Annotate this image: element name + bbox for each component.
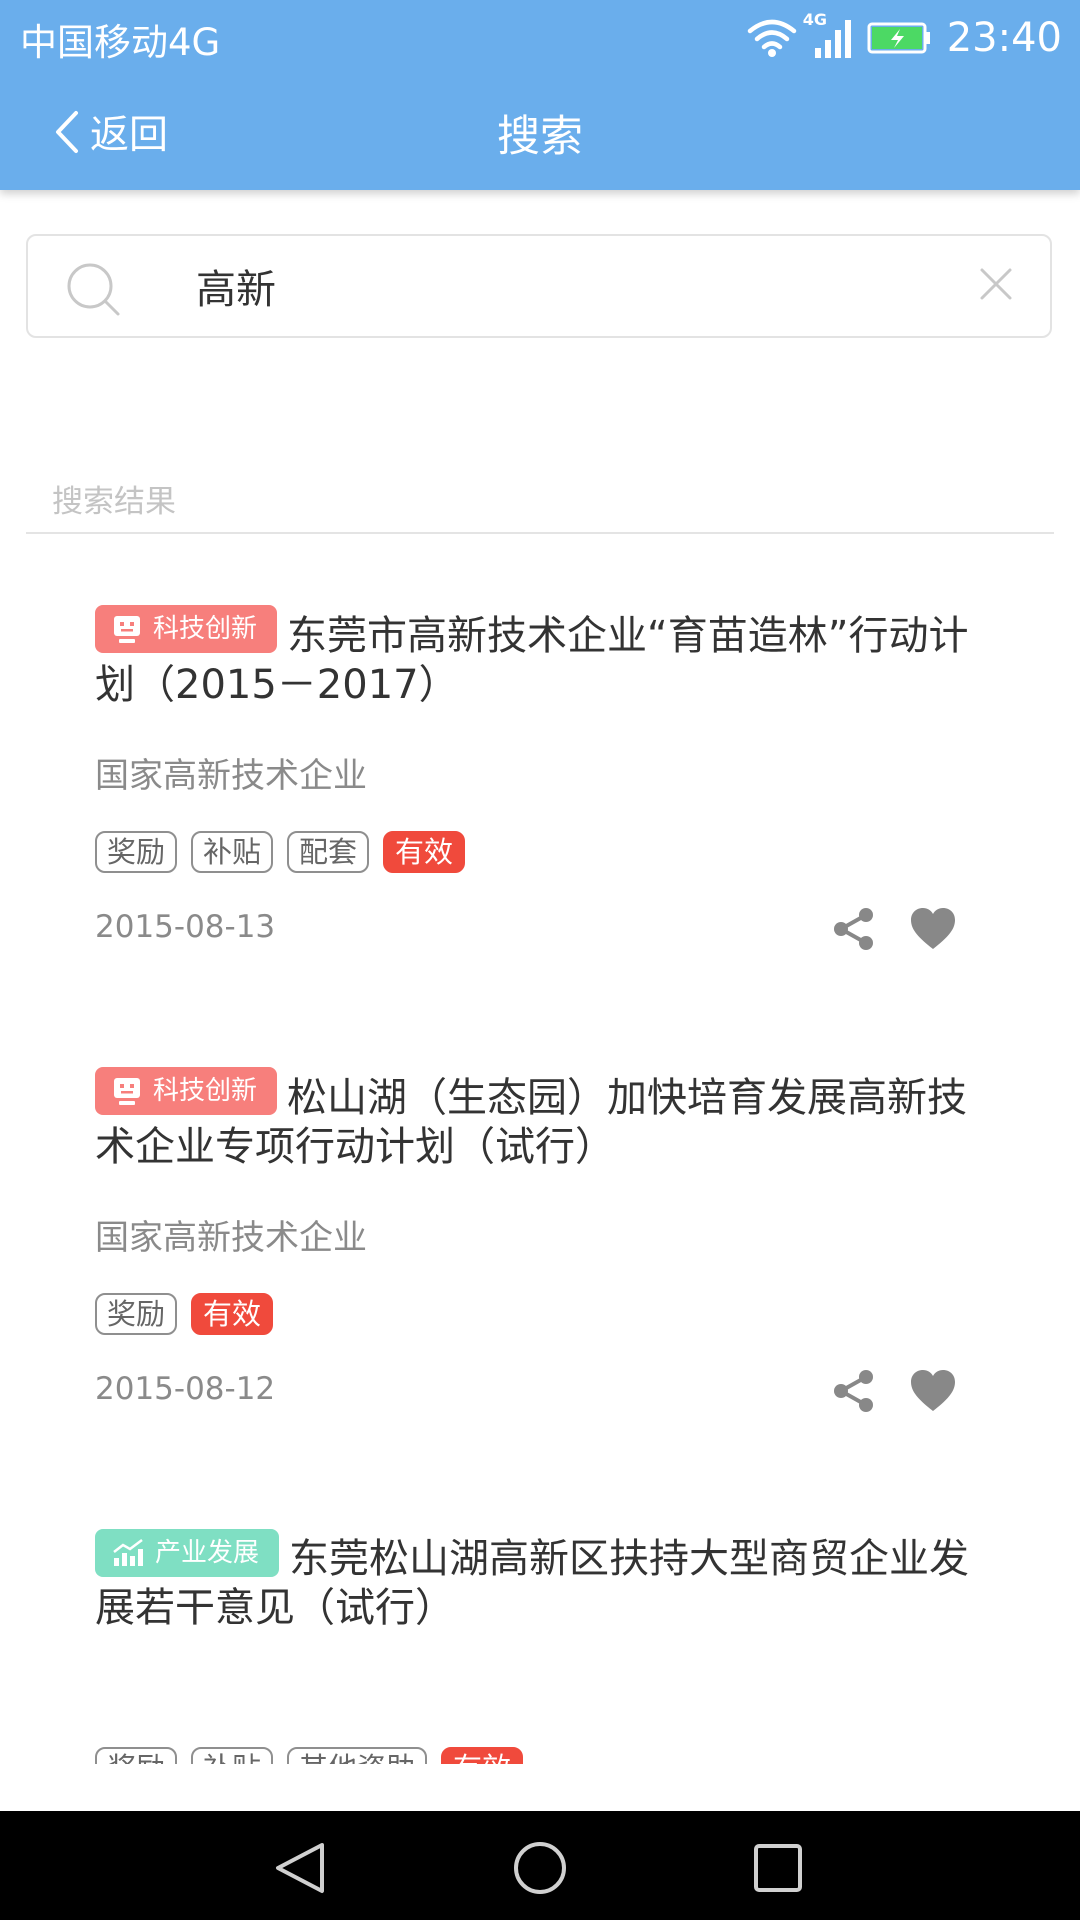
share-icon[interactable] [830, 905, 878, 953]
clock: 23:40 [946, 15, 1062, 61]
heart-icon[interactable] [909, 1369, 957, 1413]
tag-row: 奖励 补贴 其他资助 有效 [95, 1747, 975, 1764]
search-bar [26, 234, 1052, 338]
item-title: 科技创新 东莞市高新技术企业“育苗造林”行动计划（2015－2017） [95, 605, 975, 710]
robot-icon [114, 616, 140, 643]
page-title: 搜索 [497, 112, 583, 162]
heart-icon[interactable] [909, 907, 957, 951]
status-badge: 有效 [383, 831, 466, 873]
status-badge: 有效 [191, 1293, 274, 1335]
home-circle-icon[interactable] [510, 1841, 570, 1895]
tag: 补贴 [191, 1747, 274, 1764]
item-date: 2015-08-12 [95, 1371, 276, 1407]
chart-up-icon [113, 1539, 143, 1566]
recents-square-icon[interactable] [752, 1841, 804, 1895]
tag: 奖励 [95, 1293, 178, 1335]
item-date: 2015-08-13 [95, 909, 276, 945]
item-subtitle: 国家高新技术企业 [95, 756, 367, 796]
category-label: 产业发展 [155, 1537, 260, 1568]
tag-row: 奖励 有效 [95, 1293, 975, 1335]
status-icons: 4G 23:40 [747, 10, 1062, 64]
tag: 配套 [287, 831, 370, 873]
status-bar: 中国移动4G 4G 23:40 [0, 0, 1080, 76]
signal-icon: 4G [803, 10, 853, 60]
battery-icon [867, 22, 930, 54]
category-tag: 产业发展 [95, 1529, 280, 1577]
share-icon[interactable] [830, 1367, 878, 1415]
results-list: 科技创新 东莞市高新技术企业“育苗造林”行动计划（2015－2017） 国家高新… [0, 535, 1080, 1764]
tag: 补贴 [191, 831, 274, 873]
item-title: 科技创新 松山湖（生态园）加快培育发展高新技术企业专项行动计划（试行） [95, 1067, 975, 1172]
wifi-icon [747, 19, 796, 57]
robot-icon [114, 1078, 140, 1105]
category-tag: 科技创新 [95, 605, 278, 653]
status-badge: 有效 [441, 1747, 524, 1764]
item-footer: 2015-08-13 [95, 905, 975, 953]
item-title: 产业发展 东莞松山湖高新区扶持大型商贸企业发展若干意见（试行） [95, 1529, 975, 1633]
tag: 奖励 [95, 1747, 178, 1764]
app-header: 中国移动4G 4G 23:40 返回 搜索 [0, 0, 1080, 190]
nav-bar: 返回 搜索 [0, 86, 1080, 178]
search-icon [67, 263, 120, 316]
item-subtitle: 国家高新技术企业 [95, 1218, 367, 1258]
back-triangle-icon[interactable] [272, 1841, 328, 1895]
search-input[interactable] [196, 258, 956, 314]
results-label: 搜索结果 [52, 484, 176, 520]
tag: 其他资助 [287, 1747, 428, 1764]
tag: 奖励 [95, 831, 178, 873]
category-label: 科技创新 [153, 613, 258, 644]
system-nav-bar [0, 1811, 1080, 1920]
carrier-label: 中国移动4G [20, 21, 221, 64]
list-item[interactable]: 科技创新 东莞市高新技术企业“育苗造林”行动计划（2015－2017） 国家高新… [95, 605, 975, 953]
category-tag: 科技创新 [95, 1067, 278, 1115]
list-item[interactable]: 产业发展 东莞松山湖高新区扶持大型商贸企业发展若干意见（试行） 奖励 补贴 其他… [95, 1529, 975, 1764]
tag-row: 奖励 补贴 配套 有效 [95, 831, 975, 873]
divider [26, 532, 1054, 534]
close-icon[interactable] [978, 266, 1014, 302]
list-item[interactable]: 科技创新 松山湖（生态园）加快培育发展高新技术企业专项行动计划（试行） 国家高新… [95, 1067, 975, 1415]
category-label: 科技创新 [153, 1075, 258, 1106]
item-footer: 2015-08-12 [95, 1367, 975, 1415]
